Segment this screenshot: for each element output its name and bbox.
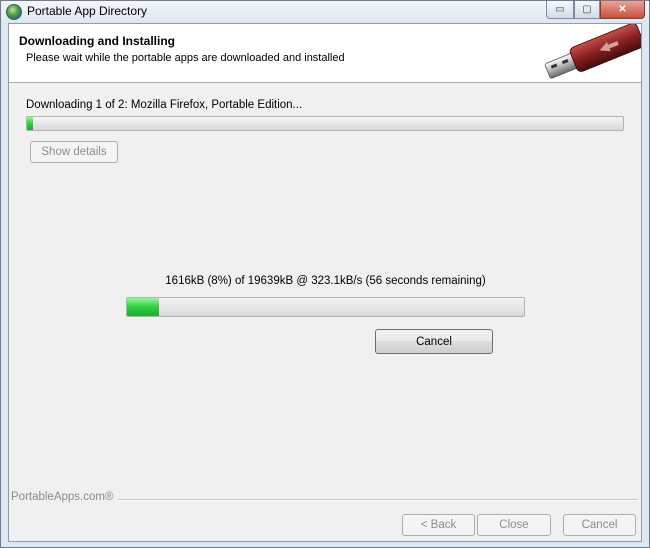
minimize-button[interactable]: ▭ — [546, 1, 574, 19]
usb-drive-icon — [544, 24, 641, 79]
cancel-button[interactable]: Cancel — [563, 514, 636, 536]
wizard-header: Downloading and Installing Please wait w… — [9, 24, 641, 83]
overall-progress-fill — [27, 117, 33, 130]
overall-status-text: Downloading 1 of 2: Mozilla Firefox, Por… — [26, 99, 303, 111]
minimize-icon: ▭ — [555, 4, 565, 15]
maximize-icon: ▢ — [582, 4, 592, 15]
page-subtitle: Please wait while the portable apps are … — [26, 52, 345, 64]
installer-window: Portable App Directory ▭ ▢ ✕ Downloading… — [0, 0, 650, 548]
show-details-button[interactable]: Show details — [30, 141, 118, 163]
maximize-button[interactable]: ▢ — [574, 1, 600, 19]
title-bar[interactable]: Portable App Directory ▭ ▢ ✕ — [1, 1, 649, 23]
wizard-body: Downloading and Installing Please wait w… — [8, 23, 642, 542]
download-progress-bar — [126, 297, 525, 317]
overall-progress-bar — [26, 116, 624, 131]
close-icon: ✕ — [618, 4, 627, 15]
close-window-button[interactable]: ✕ — [600, 1, 645, 19]
download-progress-fill — [127, 298, 159, 316]
page-title: Downloading and Installing — [19, 34, 175, 48]
cancel-download-button[interactable]: Cancel — [375, 329, 493, 354]
download-status-text: 1616kB (8%) of 19639kB @ 323.1kB/s (56 s… — [165, 275, 486, 287]
footer-divider — [117, 499, 638, 501]
back-button[interactable]: < Back — [402, 514, 475, 536]
close-button[interactable]: Close — [477, 514, 551, 536]
window-controls: ▭ ▢ ✕ — [546, 1, 645, 19]
globe-icon — [6, 4, 22, 20]
window-title: Portable App Directory — [27, 4, 148, 18]
brand-label: PortableApps.com® — [11, 491, 114, 503]
